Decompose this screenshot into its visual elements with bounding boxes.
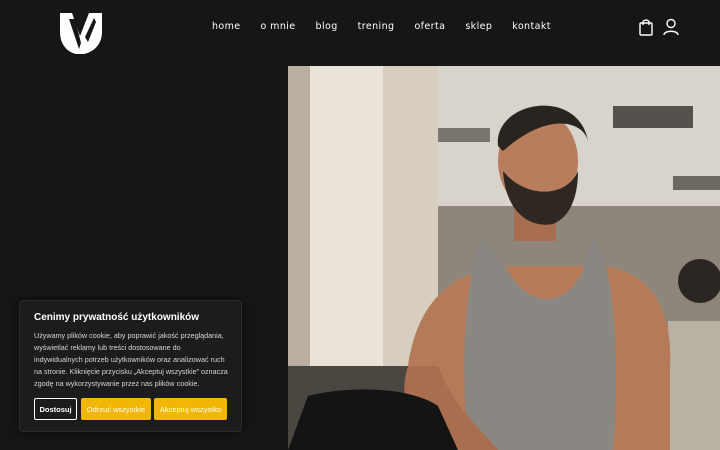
- nav-o-mnie[interactable]: o mnie: [261, 21, 296, 32]
- accept-all-button[interactable]: Akceptuj wszystko: [154, 398, 227, 420]
- hero-image: [288, 66, 720, 450]
- cookie-title: Cenimy prywatność użytkowników: [34, 312, 200, 323]
- logo-icon[interactable]: [58, 10, 104, 56]
- cookie-text-line: wyświetlać reklamy lub treści dostosowan…: [34, 343, 181, 352]
- nav-trening[interactable]: trening: [358, 21, 395, 32]
- cookie-consent-dialog: Cenimy prywatność użytkowników Używamy p…: [19, 300, 242, 432]
- customize-button[interactable]: Dostosuj: [34, 398, 77, 420]
- cookie-text-line: indywidualnych potrzeb użytkowników oraz…: [34, 355, 225, 364]
- reject-all-button[interactable]: Odrzuć wszystkie: [81, 398, 151, 420]
- nav-oferta[interactable]: oferta: [414, 21, 445, 32]
- nav-home[interactable]: home: [212, 21, 241, 32]
- nav-blog[interactable]: blog: [316, 21, 338, 32]
- user-icon[interactable]: [663, 18, 679, 36]
- hero-photo-illustration: [288, 66, 720, 450]
- shopping-bag-icon[interactable]: [638, 18, 654, 36]
- cookie-text-line: zgodę na wykorzystywanie przez nas plikó…: [34, 379, 200, 388]
- cookie-text-line: Używamy plików cookie, aby poprawić jako…: [34, 331, 224, 340]
- main-nav: home o mnie blog trening oferta sklep ko…: [212, 21, 571, 32]
- cookie-text-line: na stronie. Kliknięcie przycisku „Akcept…: [34, 367, 228, 376]
- site-header: home o mnie blog trening oferta sklep ko…: [0, 0, 720, 66]
- nav-kontakt[interactable]: kontakt: [512, 21, 551, 32]
- nav-sklep[interactable]: sklep: [465, 21, 492, 32]
- cookie-description: Używamy plików cookie, aby poprawić jako…: [34, 330, 230, 390]
